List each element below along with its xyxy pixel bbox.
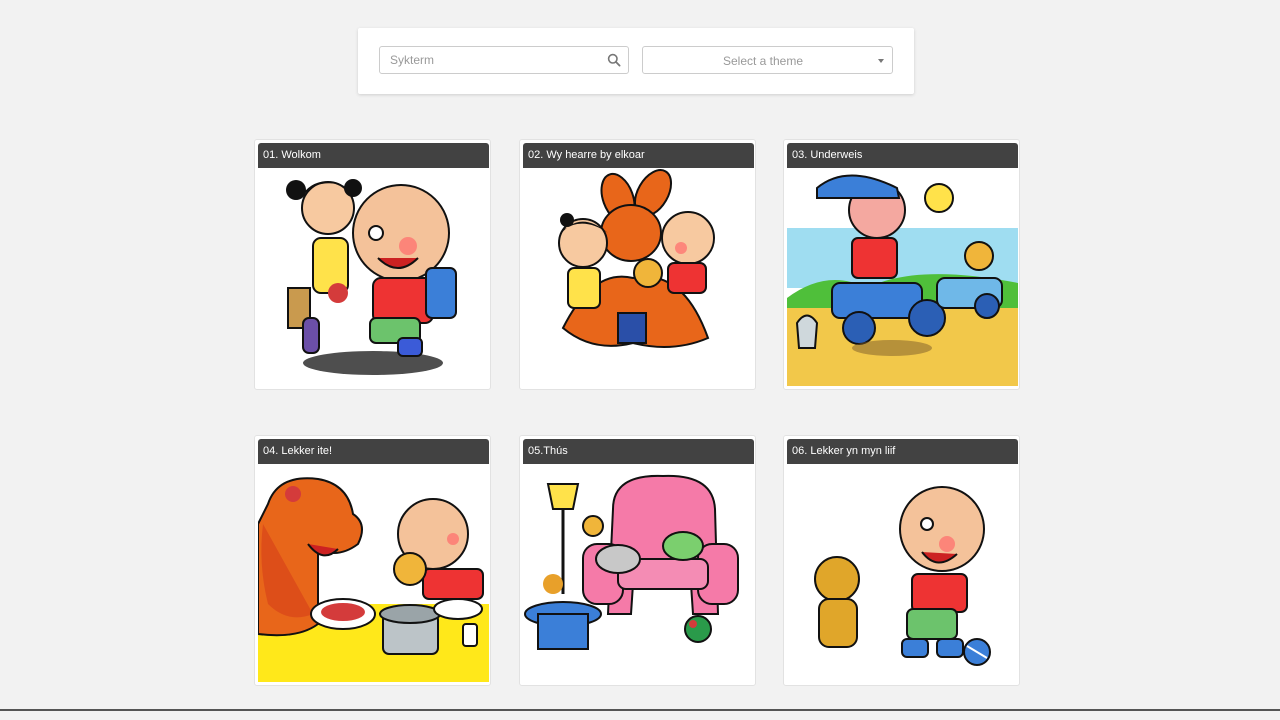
search-panel: Select a theme [358, 28, 914, 94]
theme-card-01[interactable]: 01. Wolkom [254, 139, 491, 390]
theme-card-03[interactable]: 03. Underweis [783, 139, 1020, 390]
card-title: 04. Lekker ite! [258, 439, 489, 464]
bottom-divider [0, 709, 1280, 711]
cartoon-illustration [787, 174, 1018, 386]
search-input[interactable] [390, 47, 600, 73]
caret-down-icon [878, 59, 884, 63]
theme-card-05[interactable]: 05.Thús [519, 435, 756, 686]
theme-card-06[interactable]: 06. Lekker yn myn liif [783, 435, 1020, 686]
cartoon-illustration [558, 169, 715, 348]
theme-select[interactable]: Select a theme [642, 46, 893, 74]
cartoon-illustration [814, 486, 991, 666]
cartoon-illustration [524, 474, 739, 650]
card-title: 05.Thús [523, 439, 754, 464]
theme-card-02[interactable]: 02. Wy hearre by elkoar [519, 139, 756, 390]
theme-select-value: Select a theme [722, 54, 804, 68]
theme-card-04[interactable]: 04. Lekker ite! [254, 435, 491, 686]
card-title: 01. Wolkom [258, 143, 489, 168]
card-title: 03. Underweis [787, 143, 1018, 168]
card-title: 02. Wy hearre by elkoar [523, 143, 754, 168]
cartoon-illustration [258, 477, 489, 682]
card-title: 06. Lekker yn myn liif [787, 439, 1018, 464]
search-icon[interactable] [607, 53, 621, 67]
cartoon-illustration [286, 179, 457, 375]
search-box[interactable] [379, 46, 629, 74]
